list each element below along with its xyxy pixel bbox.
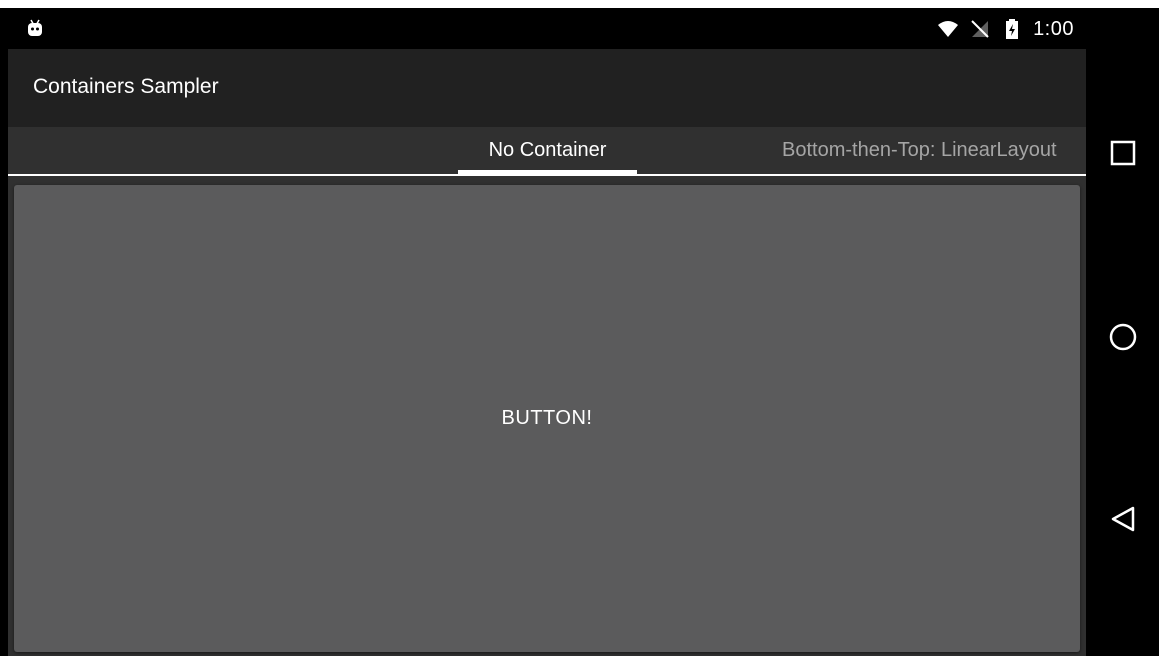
content-area: BUTTON! [8, 176, 1086, 656]
tab-no-container[interactable]: No Container [458, 127, 637, 174]
android-icon [28, 19, 42, 36]
recents-button[interactable] [1106, 136, 1140, 170]
back-icon [1111, 506, 1135, 532]
device-screen: 1:00 Containers Sampler No Container Bot… [0, 8, 1159, 656]
no-sim-icon [971, 20, 989, 38]
status-bar: 1:00 [8, 8, 1086, 49]
status-time: 1:00 [1033, 17, 1074, 40]
back-button[interactable] [1106, 502, 1140, 536]
navigation-bar [1086, 8, 1159, 656]
tab-strip: No Container Bottom-then-Top: LinearLayo… [8, 127, 1086, 176]
tab-indicator [458, 170, 637, 174]
home-icon [1109, 323, 1137, 351]
big-button[interactable]: BUTTON! [14, 185, 1080, 652]
recents-icon [1110, 140, 1136, 166]
toolbar-title: Containers Sampler [33, 75, 219, 98]
status-icons: 1:00 [937, 16, 1074, 42]
app-toolbar: Containers Sampler [8, 49, 1086, 127]
wifi-icon [938, 21, 959, 37]
home-button[interactable] [1106, 320, 1140, 354]
battery-charging-icon [1006, 19, 1019, 39]
app-window: 1:00 Containers Sampler No Container Bot… [8, 8, 1086, 656]
tab-bottom-then-top-linearlayout[interactable]: Bottom-then-Top: LinearLayout [782, 127, 1057, 174]
